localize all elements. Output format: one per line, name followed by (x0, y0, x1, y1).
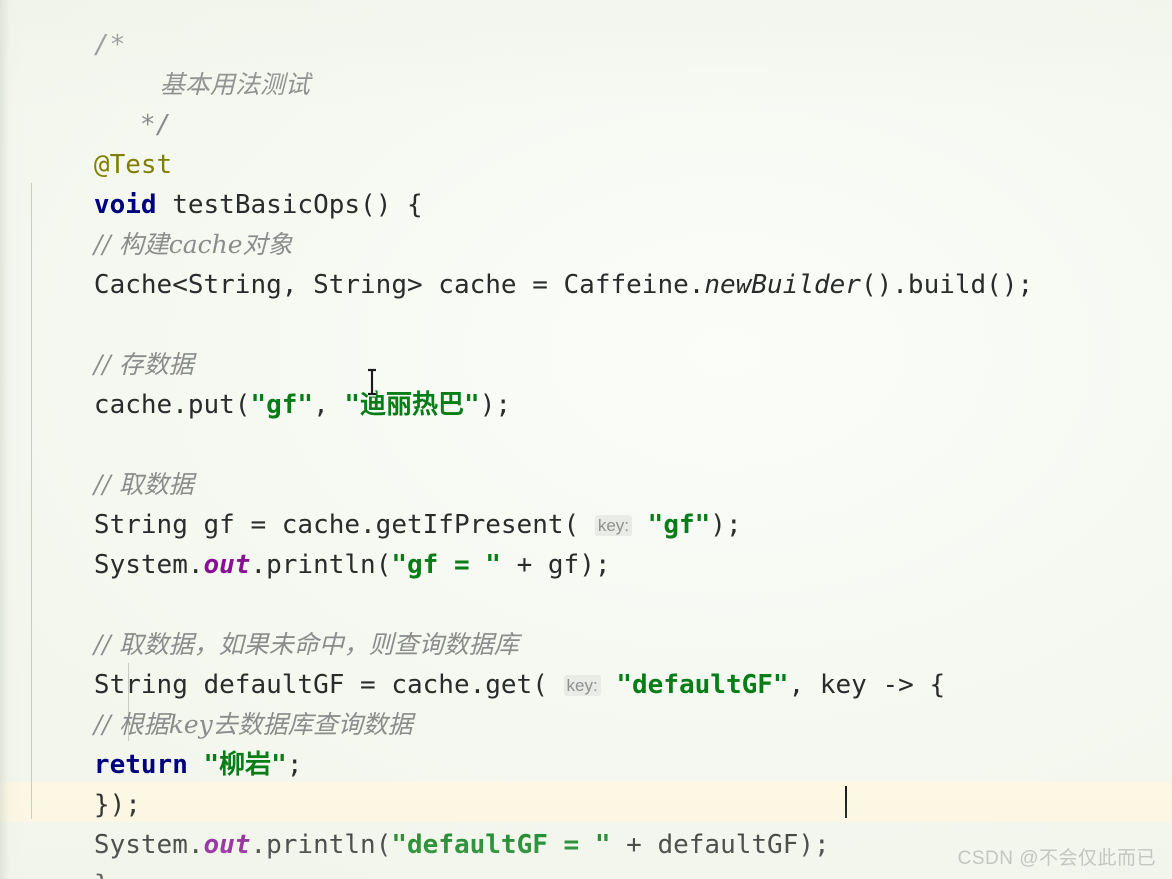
code-line-18: // 根据key去数据库查询数据 (0, 665, 1172, 739)
code-line-20: }); (0, 745, 1172, 820)
editor-text-area[interactable]: /* 基本用法测试 */ @Test void testBasicOps() {… (0, 0, 1172, 879)
code-line-6: // 构建cache对象 (0, 185, 1172, 259)
code-line-21: System.out.println("defaultGF = " + defa… (0, 785, 1172, 860)
method-close-brace: } (94, 870, 110, 879)
code-line-17: String defaultGF = cache.get( key: "defa… (0, 625, 1172, 700)
code-line-12: // 取数据 (0, 425, 1172, 499)
code-line-13: String gf = cache.getIfPresent( key: "gf… (0, 465, 1172, 540)
csdn-watermark: CSDN @不会仅此而已 (957, 848, 1156, 869)
code-line-14: System.out.println("gf = " + gf); (0, 505, 1172, 580)
code-line-4: @Test (0, 105, 1172, 180)
println-call-1: .println( (250, 550, 392, 580)
code-editor-screenshot: /* 基本用法测试 */ @Test void testBasicOps() {… (0, 0, 1172, 879)
system-out-field: out (203, 550, 251, 580)
code-line-9: // 存数据 (0, 305, 1172, 379)
code-line-5: void testBasicOps() { (0, 145, 1172, 220)
gf-concat-tail: + gf); (500, 550, 611, 580)
cache-declaration-tail: ().build(); (860, 270, 1034, 300)
string-literal-gf-label: "gf = " (391, 550, 501, 580)
put-arg-separator: , (313, 390, 345, 420)
cache-declaration-head: Cache<String, String> cache = Caffeine. (93, 270, 705, 300)
cache-put-call: cache.put( (93, 390, 251, 420)
code-line-16: // 取数据，如果未命中，则查询数据库 (0, 585, 1172, 659)
system-prefix: System. (93, 550, 204, 580)
method-newbuilder: newBuilder (704, 270, 861, 300)
code-line-19: return "柳岩"; (0, 705, 1172, 780)
code-line-10: cache.put("gf", "迪丽热巴"); (0, 345, 1172, 420)
code-line-7: Cache<String, String> cache = Caffeine.n… (0, 225, 1172, 300)
code-line-3: */ (0, 65, 1172, 140)
code-line-1: /* (0, 0, 1172, 60)
put-call-tail: ); (479, 390, 512, 420)
text-caret (845, 786, 847, 818)
string-literal-gf-key: "gf" (250, 390, 314, 420)
code-line-2: 基本用法测试 (0, 25, 1172, 99)
string-literal-dilireba: "迪丽热巴" (344, 390, 480, 420)
